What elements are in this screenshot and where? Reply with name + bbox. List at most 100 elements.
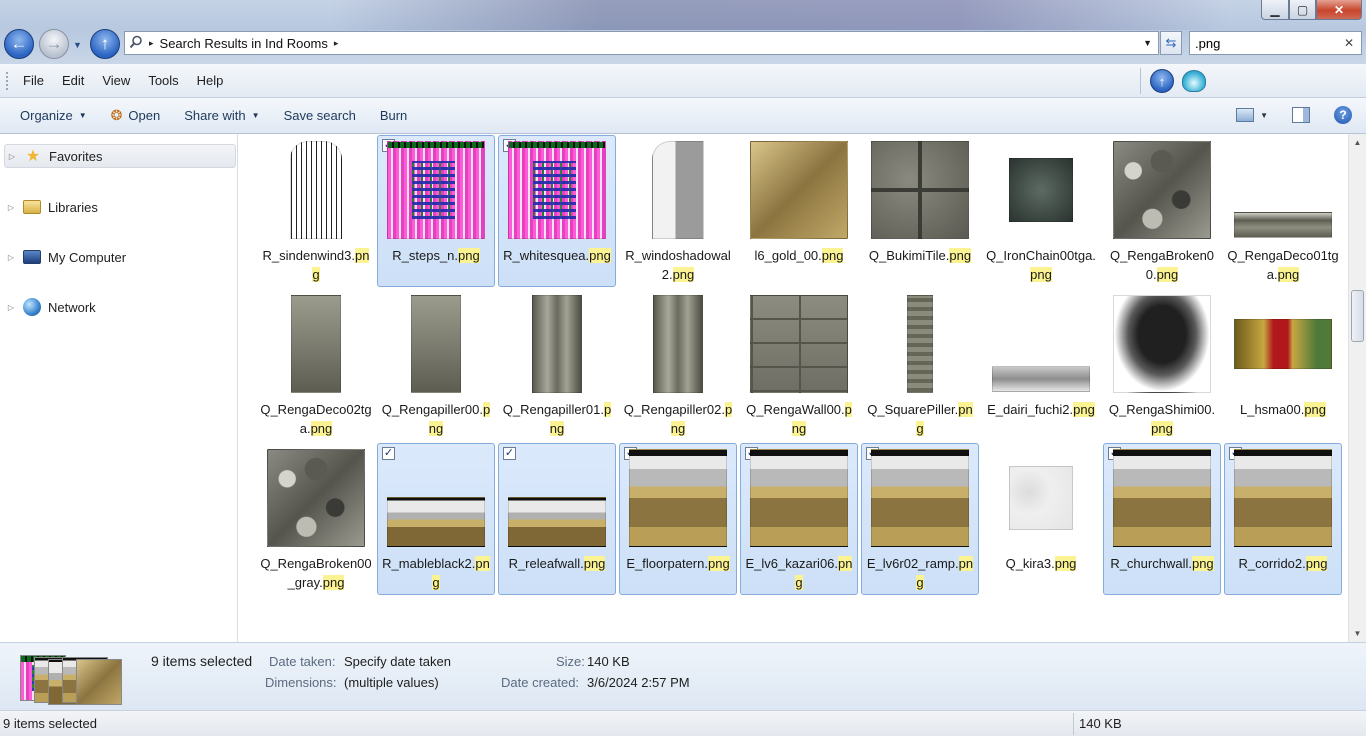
- size-value: 140 KB: [587, 654, 630, 669]
- file-thumbnail: [387, 497, 485, 547]
- file-thumbnail: [508, 141, 606, 239]
- maximize-button[interactable]: ▢: [1289, 0, 1316, 20]
- shell-icon[interactable]: [1182, 70, 1206, 92]
- open-button[interactable]: ❂ Open: [99, 107, 173, 124]
- file-name: l6_gold_00.png: [754, 248, 844, 263]
- search-highlight: png: [589, 248, 611, 263]
- file-name: Q_IronChain00tga.png: [986, 248, 1096, 282]
- file-item[interactable]: E_dairi_fuchi2.png: [982, 289, 1100, 441]
- file-item[interactable]: Q_RengaDeco02tga.png: [257, 289, 375, 441]
- menu-view[interactable]: View: [93, 73, 139, 88]
- selection-thumbnail-stack: [20, 651, 124, 705]
- file-thumbnail: [411, 295, 461, 393]
- status-bar: 9 items selected 140 KB: [0, 710, 1366, 736]
- file-thumbnail: [291, 295, 341, 393]
- expand-icon[interactable]: ▷: [4, 203, 18, 212]
- file-item[interactable]: Q_kira3.png: [982, 443, 1100, 595]
- up-button[interactable]: ↑: [90, 29, 120, 59]
- file-item[interactable]: R_windoshadowal2.png: [619, 135, 737, 287]
- date-taken-label: Date taken:: [269, 654, 336, 669]
- vertical-scrollbar[interactable]: ▲ ▼: [1348, 134, 1366, 642]
- file-item[interactable]: ✓R_churchwall.png: [1103, 443, 1221, 595]
- back-button[interactable]: ←: [4, 29, 34, 59]
- file-item[interactable]: ✓R_corrido2.png: [1224, 443, 1342, 595]
- file-name: Q_RengaWall00.png: [746, 402, 852, 436]
- help-icon[interactable]: ?: [1334, 106, 1352, 124]
- expand-icon[interactable]: ▷: [4, 253, 18, 262]
- file-item[interactable]: Q_Rengapiller02.png: [619, 289, 737, 441]
- file-item[interactable]: ✓E_lv6_kazari06.png: [740, 443, 858, 595]
- file-thumbnail: [1113, 295, 1211, 393]
- scroll-up-icon[interactable]: ▲: [1349, 134, 1366, 151]
- status-size: 140 KB: [1079, 716, 1122, 731]
- file-item[interactable]: Q_RengaWall00.png: [740, 289, 858, 441]
- file-thumbnail: [750, 295, 848, 393]
- file-thumbnail: [1113, 141, 1211, 239]
- preview-pane-icon[interactable]: [1292, 107, 1310, 123]
- expand-icon[interactable]: ▷: [5, 152, 19, 161]
- file-item[interactable]: Q_BukimiTile.png: [861, 135, 979, 287]
- file-item[interactable]: ✓E_lv6r02_ramp.png: [861, 443, 979, 595]
- file-name: Q_RengaBroken00.png: [1109, 248, 1215, 282]
- up-folder-icon[interactable]: ↑: [1150, 69, 1174, 93]
- refresh-button[interactable]: ⇆: [1160, 31, 1182, 55]
- chevron-down-icon: ▼: [1260, 110, 1268, 120]
- recent-pages-dropdown[interactable]: ▼: [73, 40, 82, 50]
- file-item[interactable]: ✓E_floorpatern.png: [619, 443, 737, 595]
- breadcrumb-separator[interactable]: ▸: [334, 38, 339, 49]
- menu-help[interactable]: Help: [188, 73, 233, 88]
- expand-icon[interactable]: ▷: [4, 303, 18, 312]
- nav-item-my-computer[interactable]: ▷ My Computer: [4, 245, 236, 269]
- file-item[interactable]: Q_Rengapiller01.png: [498, 289, 616, 441]
- file-item[interactable]: L_hsma00.png: [1224, 289, 1342, 441]
- file-item[interactable]: Q_RengaDeco01tga.png: [1224, 135, 1342, 287]
- date-taken-value[interactable]: Specify date taken: [344, 654, 451, 669]
- nav-item-favorites[interactable]: ▷ ★ Favorites: [4, 144, 236, 168]
- address-bar[interactable]: ▸ Search Results in Ind Rooms ▸ ▼: [124, 31, 1159, 55]
- close-button[interactable]: ✕: [1316, 0, 1362, 20]
- file-item[interactable]: ✓ R_releafwall.png: [498, 443, 616, 595]
- change-view-button[interactable]: ▼: [1236, 108, 1268, 122]
- save-search-button[interactable]: Save search: [272, 108, 368, 123]
- menu-edit[interactable]: Edit: [53, 73, 93, 88]
- burn-button[interactable]: Burn: [368, 108, 419, 123]
- file-name: R_steps_n.png: [392, 248, 480, 263]
- file-name: Q_Rengapiller01.png: [502, 402, 612, 436]
- nav-item-network[interactable]: ▷ Network: [4, 295, 236, 319]
- clear-search-icon[interactable]: ✕: [1344, 36, 1354, 50]
- file-name: R_whitesquea.png: [503, 248, 611, 263]
- file-thumbnail: [629, 449, 727, 547]
- file-thumbnail: [387, 141, 485, 239]
- search-highlight: png: [707, 556, 730, 571]
- file-item[interactable]: Q_Rengapiller00.png: [377, 289, 495, 441]
- nav-item-libraries[interactable]: ▷ Libraries: [4, 195, 236, 219]
- scroll-down-icon[interactable]: ▼: [1349, 625, 1366, 642]
- file-thumbnail: [290, 141, 342, 239]
- menu-file[interactable]: File: [14, 73, 53, 88]
- file-item[interactable]: l6_gold_00.png: [740, 135, 858, 287]
- forward-button[interactable]: →: [39, 29, 69, 59]
- organize-button[interactable]: Organize ▼: [8, 108, 99, 123]
- breadcrumb-separator[interactable]: ▸: [149, 38, 154, 49]
- file-item[interactable]: ✓R_whitesquea.png: [498, 135, 616, 287]
- file-thumbnail: [750, 141, 848, 239]
- file-item[interactable]: Q_RengaBroken00.png: [1103, 135, 1221, 287]
- up-arrow-icon: ↑: [100, 34, 110, 53]
- minimize-button[interactable]: ▁: [1261, 0, 1289, 20]
- file-item[interactable]: Q_IronChain00tga.png: [982, 135, 1100, 287]
- file-item[interactable]: R_sindenwind3.png: [257, 135, 375, 287]
- file-item[interactable]: Q_SquarePiller.png: [861, 289, 979, 441]
- menu-bar: File Edit View Tools Help ↑: [0, 64, 1366, 98]
- file-item[interactable]: Q_RengaBroken00_gray.png: [257, 443, 375, 595]
- address-dropdown[interactable]: ▼: [1143, 38, 1152, 48]
- search-box[interactable]: ✕: [1189, 31, 1362, 55]
- menu-tools[interactable]: Tools: [139, 73, 187, 88]
- breadcrumb[interactable]: Search Results in Ind Rooms: [160, 36, 328, 51]
- file-name: Q_SquarePiller.png: [867, 402, 973, 436]
- scroll-thumb[interactable]: [1351, 290, 1364, 342]
- search-input[interactable]: [1195, 35, 1335, 51]
- file-item[interactable]: Q_RengaShimi00.png: [1103, 289, 1221, 441]
- file-item[interactable]: ✓R_steps_n.png: [377, 135, 495, 287]
- share-with-button[interactable]: Share with ▼: [172, 108, 271, 123]
- file-item[interactable]: ✓ R_mableblack2.png: [377, 443, 495, 595]
